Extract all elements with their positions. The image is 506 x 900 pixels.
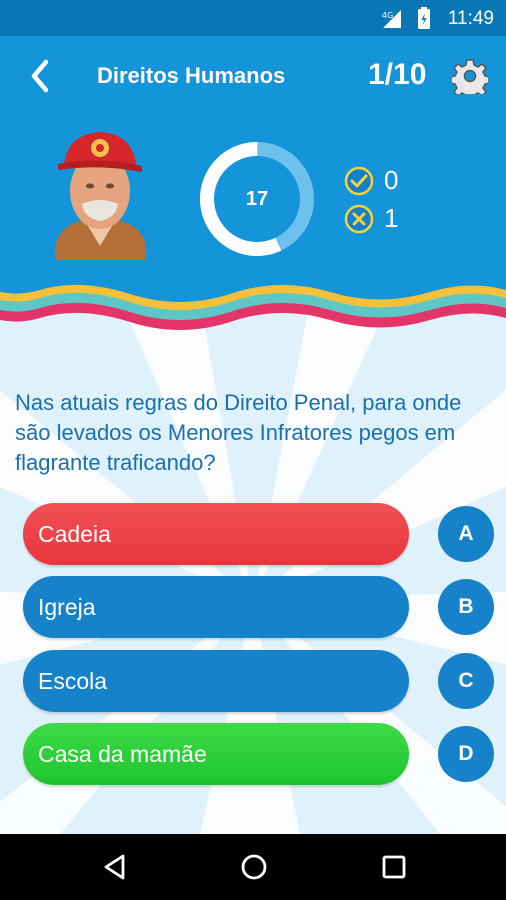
back-triangle-icon[interactable] — [101, 853, 129, 881]
question-counter: 1/10 — [368, 58, 427, 91]
wave-divider — [0, 260, 506, 330]
answer-b-text: Igreja — [38, 594, 96, 620]
home-circle-icon[interactable] — [240, 853, 268, 881]
check-icon — [344, 166, 374, 196]
status-bar: 4G 11:49 — [0, 0, 506, 36]
answer-a-letter[interactable]: A — [438, 506, 494, 562]
correct-count: 0 — [384, 165, 399, 195]
answer-c-text: Escola — [38, 668, 108, 694]
answer-b-button[interactable]: Igreja — [23, 576, 409, 638]
app-bar: Direitos Humanos 1/10 — [0, 36, 506, 118]
answer-d-text: Casa da mamãe — [38, 741, 207, 767]
back-arrow-icon[interactable] — [22, 56, 62, 96]
recents-square-icon[interactable] — [380, 853, 408, 881]
battery-icon — [418, 7, 430, 29]
svg-text:4G: 4G — [382, 11, 393, 20]
answer-c-button[interactable]: Escola — [23, 650, 409, 712]
answer-a-button[interactable]: Cadeia — [23, 503, 409, 565]
countdown-value: 17 — [245, 188, 269, 210]
answer-d-letter[interactable]: D — [438, 726, 494, 782]
settings-gear-icon[interactable] — [452, 58, 488, 94]
system-nav-bar — [0, 834, 506, 900]
page-title: Direitos Humanos — [97, 63, 286, 88]
wrong-count: 1 — [384, 203, 399, 233]
answer-a-text: Cadeia — [38, 521, 111, 547]
player-avatar — [55, 132, 146, 271]
cross-icon — [344, 204, 374, 234]
question-text: Nas atuais regras do Direito Penal, para… — [15, 390, 462, 475]
signal-icon: 4G — [382, 10, 401, 28]
clock: 11:49 — [447, 8, 494, 29]
answer-c-letter[interactable]: C — [438, 653, 494, 709]
answer-d-button[interactable]: Casa da mamãe — [23, 723, 409, 785]
answer-b-letter[interactable]: B — [438, 579, 494, 635]
